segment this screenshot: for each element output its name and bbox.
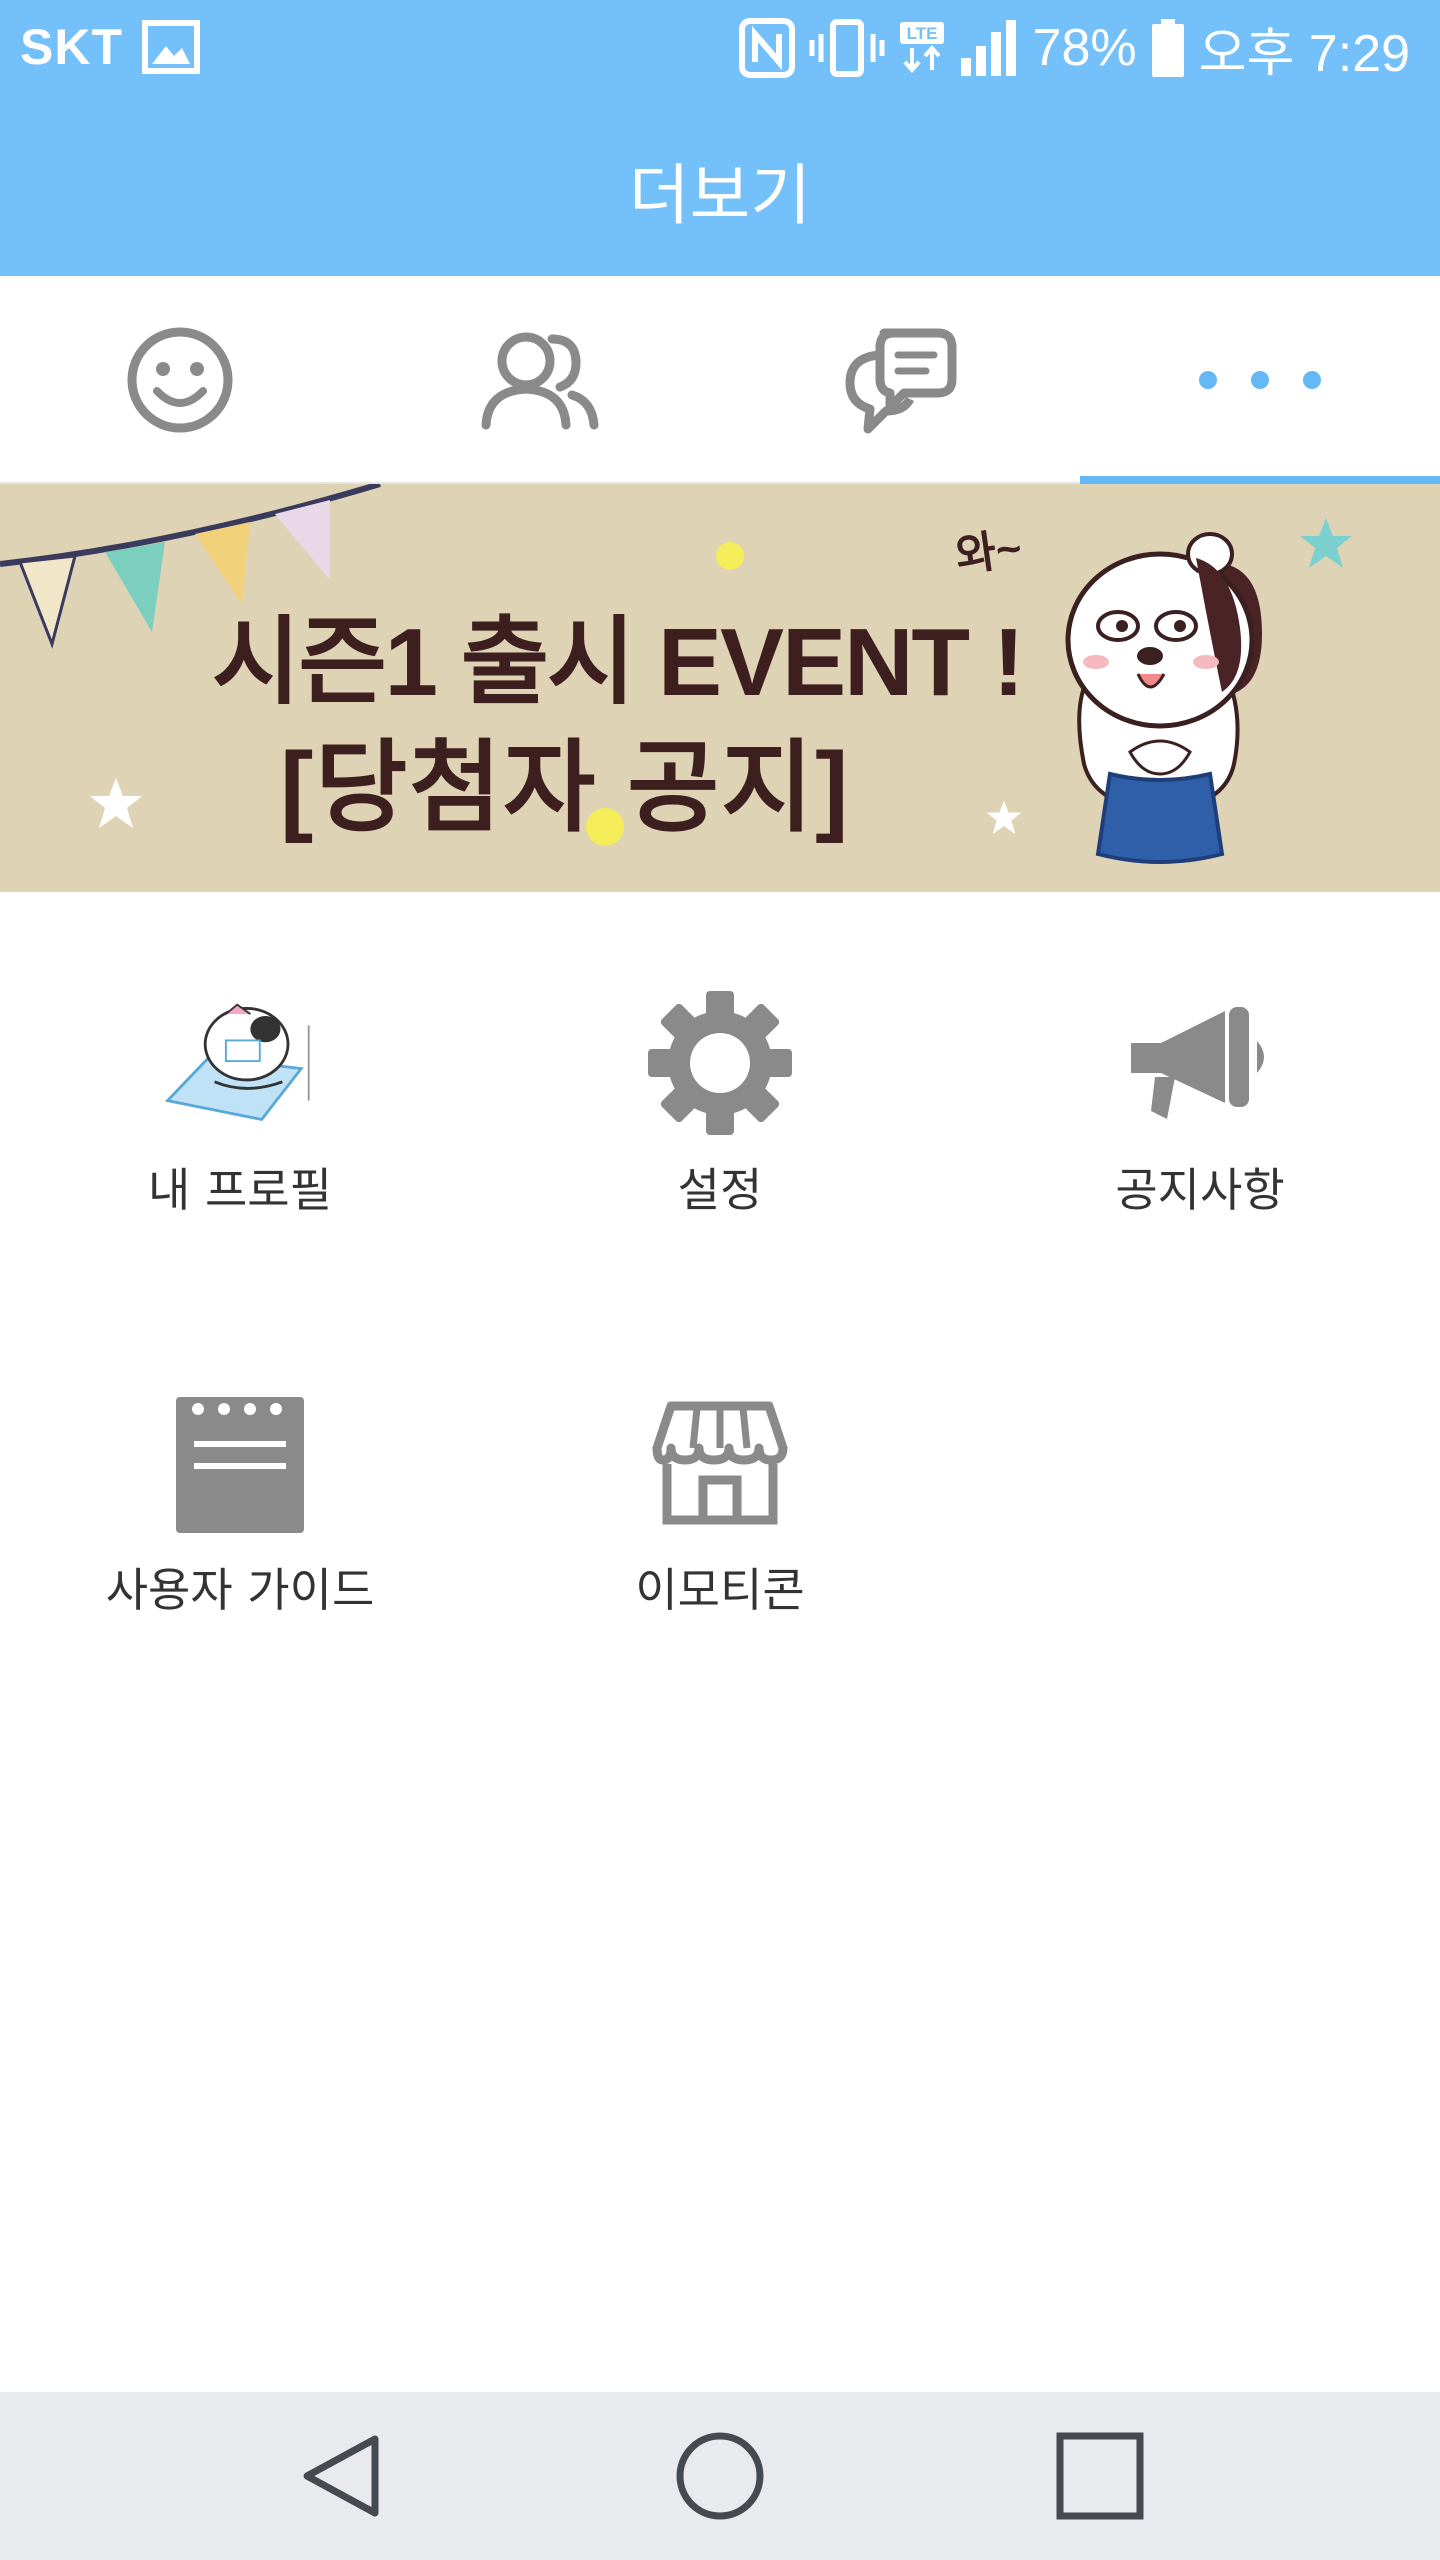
- recents-button[interactable]: [1020, 2392, 1180, 2560]
- menu-guide[interactable]: 사용자 가이드: [0, 1388, 480, 1620]
- profile-character-icon: [160, 988, 320, 1138]
- battery-percent: 78%: [1032, 19, 1137, 77]
- banner-subtitle: [당첨자 공지]: [280, 732, 851, 844]
- clock: 오후 7:29: [1198, 24, 1410, 83]
- carrier-label: SKT: [20, 19, 123, 75]
- menu-settings-label: 설정: [677, 1163, 763, 1217]
- back-triangle-icon: [303, 2435, 379, 2517]
- status-icons: LTE 78% 오후 7:29: [738, 14, 1410, 83]
- dog-character-image: [1065, 532, 1262, 864]
- notebook-icon: [160, 1388, 320, 1538]
- menu-emoticon-shop[interactable]: 이모티콘: [480, 1388, 960, 1620]
- menu-profile[interactable]: 내 프로필: [0, 988, 480, 1220]
- yellow-dot: [716, 542, 744, 570]
- page-title: 더보기: [628, 157, 812, 234]
- menu-notice-label: 공지사항: [1115, 1163, 1285, 1217]
- menu-settings[interactable]: 설정: [480, 988, 960, 1220]
- event-banner[interactable]: 시즌1 출시 EVENT ! [당첨자 공지] 와~: [0, 484, 1440, 892]
- status-bar: SKT LTE 78% 오후 7:29: [0, 0, 1440, 96]
- recents-square-icon: [1056, 2432, 1144, 2520]
- store-icon: [640, 1388, 800, 1538]
- svg-text:LTE: LTE: [906, 24, 937, 43]
- people-icon: [481, 332, 599, 430]
- gear-icon: [640, 988, 800, 1138]
- tab-active-indicator: [1080, 476, 1440, 484]
- battery-icon: [1151, 19, 1184, 77]
- nfc-icon: [738, 18, 795, 78]
- app-bar: 더보기: [0, 96, 1440, 276]
- home-circle-icon: [676, 2432, 764, 2520]
- lte-icon: LTE: [899, 22, 944, 74]
- signal-icon: [960, 20, 1016, 76]
- star-icon: [90, 778, 142, 828]
- vibrate-icon: [809, 19, 885, 77]
- system-nav-bar: [0, 2392, 1440, 2560]
- megaphone-icon: [1120, 988, 1280, 1138]
- menu-emoticon-shop-label: 이모티콘: [635, 1563, 805, 1617]
- menu-notice[interactable]: 공지사항: [960, 988, 1440, 1220]
- gallery-icon: [142, 20, 200, 74]
- menu-profile-label: 내 프로필: [148, 1163, 332, 1217]
- tab-chat[interactable]: [720, 276, 1080, 484]
- tab-more[interactable]: [1080, 276, 1440, 484]
- tab-friends[interactable]: [360, 276, 720, 484]
- star-icon: [1300, 518, 1352, 568]
- smiley-icon: [127, 327, 233, 433]
- tab-bar: [0, 276, 1440, 484]
- chat-bubbles-icon: [845, 328, 957, 434]
- menu-guide-label: 사용자 가이드: [105, 1563, 375, 1617]
- back-button[interactable]: [262, 2392, 422, 2560]
- more-dots-icon: [1199, 371, 1321, 389]
- tab-emoticon[interactable]: [0, 276, 360, 484]
- home-button[interactable]: [640, 2392, 800, 2560]
- banner-title: 시즌1 출시 EVENT !: [212, 609, 1025, 716]
